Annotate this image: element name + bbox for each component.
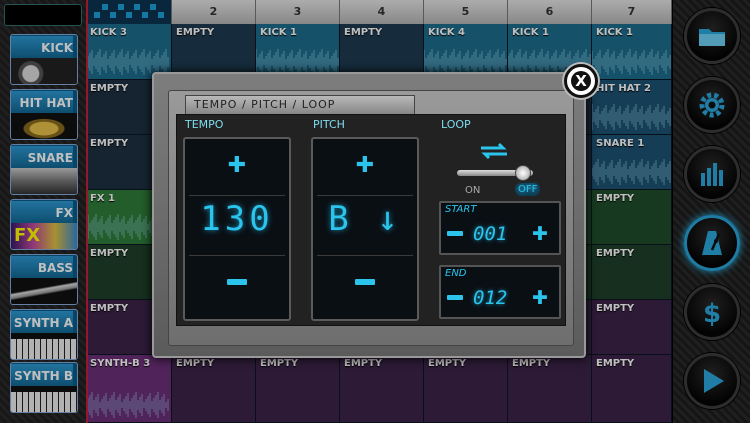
control-sections: TEMPO PITCH LOOP ✚ 130 ✚ B ↓ ON OFF STAR… <box>176 114 566 326</box>
app-window: KICK HIT HAT SNARE FX FX BASS SYNTH A SY… <box>0 0 750 423</box>
tempo-decrease-button[interactable] <box>227 279 247 285</box>
pitch-heading: PITCH <box>313 118 345 131</box>
loop-toggle-slider[interactable] <box>453 165 537 181</box>
pitch-value: B ↓ <box>328 199 402 239</box>
divider <box>189 195 285 196</box>
pitch-increase-button[interactable]: ✚ <box>313 155 417 177</box>
loop-end-value: 012 <box>473 287 508 309</box>
tempo-panel: ✚ 130 <box>183 137 291 321</box>
loop-start-increase-button[interactable]: ✚ <box>527 223 553 245</box>
loop-end-increase-button[interactable]: ✚ <box>527 287 553 309</box>
loop-on-label: ON <box>465 185 481 196</box>
tempo-increase-button[interactable]: ✚ <box>185 155 289 177</box>
pitch-decrease-button[interactable] <box>355 279 375 285</box>
divider <box>317 195 413 196</box>
dialog-title: TEMPO / PITCH / LOOP <box>185 95 415 115</box>
divider <box>317 255 413 256</box>
loop-start-decrease-button[interactable] <box>447 231 463 236</box>
tempo-pitch-loop-dialog: X TEMPO / PITCH / LOOP TEMPO PITCH LOOP … <box>152 64 598 358</box>
tempo-heading: TEMPO <box>185 118 224 131</box>
loop-start-value: 001 <box>473 223 508 245</box>
slider-knob <box>515 165 531 181</box>
loop-repeat-icon <box>477 141 511 161</box>
close-icon: X <box>571 71 591 91</box>
loop-end-decrease-button[interactable] <box>447 295 463 300</box>
close-button[interactable]: X <box>564 64 598 98</box>
loop-end-label: END <box>445 268 467 279</box>
pitch-panel: ✚ B ↓ <box>311 137 419 321</box>
divider <box>189 255 285 256</box>
loop-end-panel: END 012 ✚ <box>439 265 561 319</box>
tempo-value: 130 <box>200 199 274 239</box>
loop-start-label: START <box>445 204 477 215</box>
loop-heading: LOOP <box>441 118 471 131</box>
loop-off-label: OFF <box>515 183 541 196</box>
loop-start-panel: START 001 ✚ <box>439 201 561 255</box>
